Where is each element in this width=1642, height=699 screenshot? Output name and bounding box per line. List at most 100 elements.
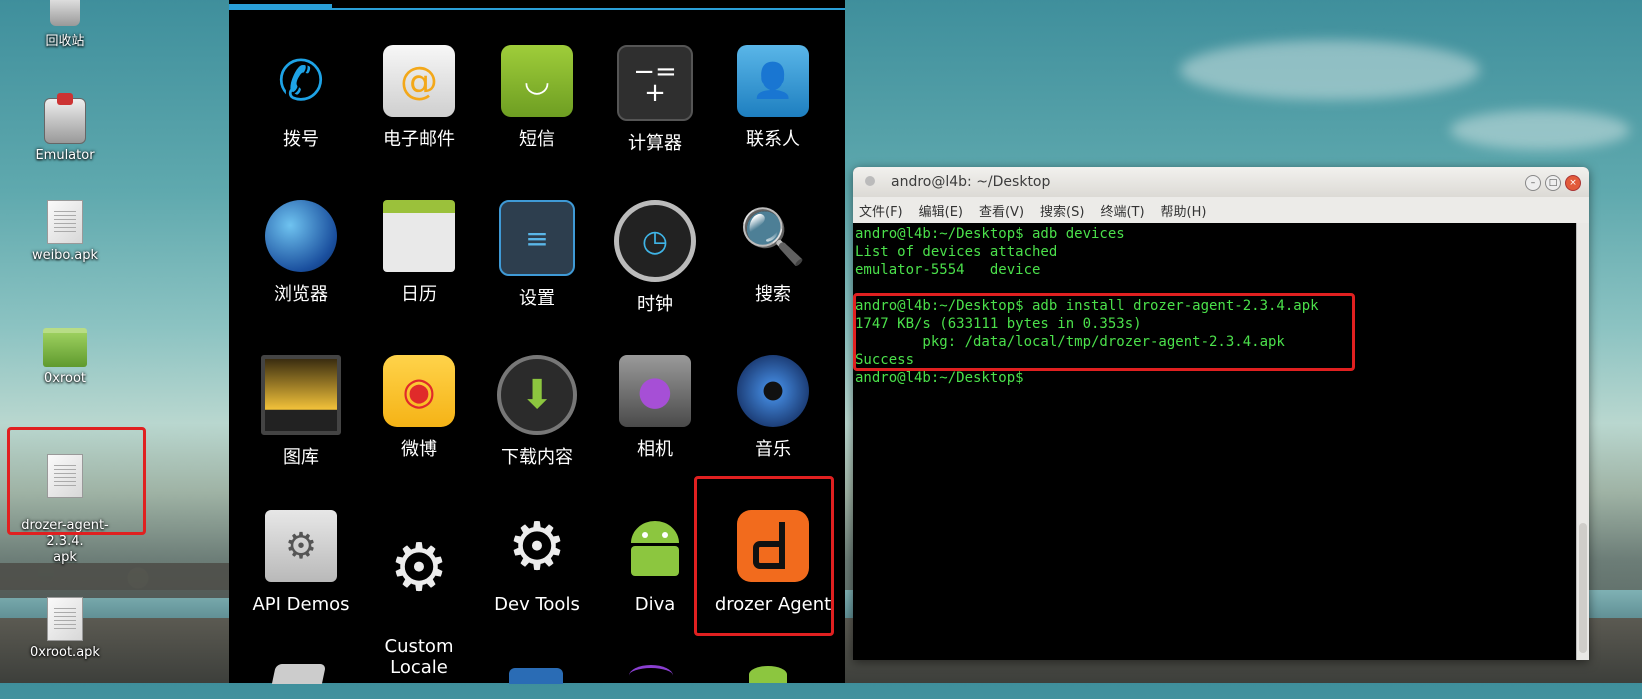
phone-icon: ✆ [277, 48, 325, 114]
app-api-demos[interactable]: ⚙ API Demos [242, 510, 360, 615]
cloud [1450, 110, 1630, 150]
app-label: 设置 [519, 288, 555, 309]
menu-terminal[interactable]: 终端(T) [1100, 201, 1144, 220]
menu-edit[interactable]: 编辑(E) [919, 201, 963, 220]
folder-icon [43, 328, 87, 367]
app-clock[interactable]: ◷ 时钟 [596, 200, 714, 315]
app-custom-locale[interactable]: ⚙ Custom Locale [360, 510, 478, 699]
gallery-icon [261, 355, 341, 435]
app-contacts[interactable]: 👤 联系人 [714, 45, 832, 150]
menu-help[interactable]: 帮助(H) [1161, 201, 1207, 220]
download-icon: ⬇ [497, 355, 577, 435]
app-settings[interactable]: ≡ 设置 [478, 200, 596, 309]
menu-view[interactable]: 查看(V) [979, 201, 1024, 220]
desktop-icon-0xroot-folder[interactable]: 0xroot [10, 328, 120, 386]
app-sms[interactable]: ◡ 短信 [478, 45, 596, 150]
trash-icon [50, 0, 80, 26]
app-label: 短信 [519, 129, 555, 150]
highlight-box-drozer-apk [7, 427, 146, 535]
app-label: 音乐 [755, 439, 791, 460]
terminal-window[interactable]: andro@l4b: ~/Desktop – □ × 文件(F) 编辑(E) 查… [853, 167, 1589, 660]
desktop-icon-emulator[interactable]: Emulator [10, 93, 120, 163]
tab-indicator-active [229, 4, 332, 10]
app-label: 时钟 [637, 294, 673, 315]
partial-app-icon [271, 664, 327, 684]
desktop-icon-label: 回收站 [45, 34, 85, 49]
app-label: 拨号 [283, 129, 319, 150]
app-label: 浏览器 [274, 284, 328, 305]
minimize-icon[interactable]: – [1525, 175, 1541, 191]
settings-sliders-icon: ≡ [499, 200, 575, 276]
terminal-line: andro@l4b:~/Desktop$ [855, 370, 1033, 386]
terminal-menubar: 文件(F) 编辑(E) 查看(V) 搜索(S) 终端(T) 帮助(H) [853, 197, 1589, 224]
scrollbar-thumb[interactable] [1579, 523, 1587, 653]
window-title: andro@l4b: ~/Desktop [891, 174, 1051, 190]
terminal-output[interactable]: andro@l4b:~/Desktop$ adb devices List of … [853, 223, 1577, 660]
terminal-scrollbar[interactable] [1576, 223, 1589, 660]
terminal-line: List of devices attached [855, 244, 1058, 260]
terminal-line: emulator-5554 device [855, 262, 1041, 278]
app-label: 电子邮件 [383, 129, 455, 150]
window-menu-icon[interactable] [865, 176, 875, 186]
app-label: 下载内容 [501, 447, 573, 468]
partial-android-icon [749, 666, 787, 683]
app-label: 微博 [401, 439, 437, 460]
tab-indicator [229, 4, 845, 10]
app-dialer[interactable]: ✆ 拨号 [242, 45, 360, 150]
app-downloads[interactable]: ⬇ 下载内容 [478, 355, 596, 468]
desktop-icon-0xroot-apk[interactable]: 0xroot.apk [10, 597, 120, 660]
terminal-line: andro@l4b:~/Desktop$ adb devices [855, 226, 1125, 242]
calculator-icon: −= + [617, 45, 693, 121]
menu-search[interactable]: 搜索(S) [1040, 201, 1084, 220]
partial-app-icon [509, 668, 563, 684]
gear-folder-icon: ⚙ [265, 510, 337, 582]
email-icon: @ [383, 45, 455, 117]
android-icon [619, 510, 691, 582]
app-label: 搜索 [755, 284, 791, 305]
gear-icon: ⚙ [389, 528, 449, 606]
app-weibo[interactable]: ◉ 微博 [360, 355, 478, 460]
document-icon [47, 200, 83, 244]
app-camera[interactable]: ● 相机 [596, 355, 714, 460]
app-browser[interactable]: 浏览器 [242, 200, 360, 305]
app-label: Dev Tools [494, 594, 580, 615]
magnifier-icon: 🔍 [739, 204, 807, 268]
app-label: Custom Locale [384, 636, 454, 678]
app-calendar[interactable]: 日历 [360, 200, 478, 305]
document-locked-icon [47, 597, 83, 641]
emulator-icon [44, 93, 86, 144]
calendar-icon [383, 200, 455, 272]
weibo-icon: ◉ [383, 355, 455, 427]
gear-icon: ⚙ [507, 507, 567, 585]
menu-file[interactable]: 文件(F) [859, 201, 903, 220]
desktop-icon-weibo-apk[interactable]: weibo.apk [10, 200, 120, 263]
desktop-icon-label: Emulator [35, 148, 95, 163]
app-gallery[interactable]: 图库 [242, 355, 360, 468]
cloud [1180, 40, 1480, 100]
highlight-box-install-output [853, 293, 1355, 371]
desktop-icon-label: weibo.apk [31, 248, 99, 263]
android-app-drawer: ✆ 拨号 @ 电子邮件 ◡ 短信 −= + 计算器 👤 联系人 浏览器 日历 ≡ … [229, 0, 845, 684]
maximize-icon[interactable]: □ [1545, 175, 1561, 191]
camera-icon: ● [619, 355, 691, 427]
app-email[interactable]: @ 电子邮件 [360, 45, 478, 150]
globe-icon [265, 200, 337, 272]
close-icon[interactable]: × [1565, 175, 1581, 191]
desktop-icon-label: 0xroot [43, 371, 87, 386]
app-dev-tools[interactable]: ⚙ Dev Tools [478, 510, 596, 615]
desktop-icon-label: 0xroot.apk [30, 645, 100, 660]
app-calculator[interactable]: −= + 计算器 [596, 45, 714, 154]
app-label: API Demos [252, 594, 350, 615]
music-speaker-icon [737, 355, 809, 427]
app-search[interactable]: 🔍 搜索 [714, 200, 832, 305]
app-label: 日历 [401, 284, 437, 305]
app-label: 相机 [637, 439, 673, 460]
app-label: 计算器 [628, 133, 682, 154]
desktop-icon-trash[interactable]: 回收站 [10, 0, 120, 49]
app-label: 联系人 [746, 129, 800, 150]
app-music[interactable]: 音乐 [714, 355, 832, 460]
clock-icon: ◷ [614, 200, 696, 282]
app-label: 图库 [283, 447, 319, 468]
terminal-titlebar[interactable]: andro@l4b: ~/Desktop – □ × [853, 167, 1589, 197]
sms-icon: ◡ [501, 45, 573, 117]
